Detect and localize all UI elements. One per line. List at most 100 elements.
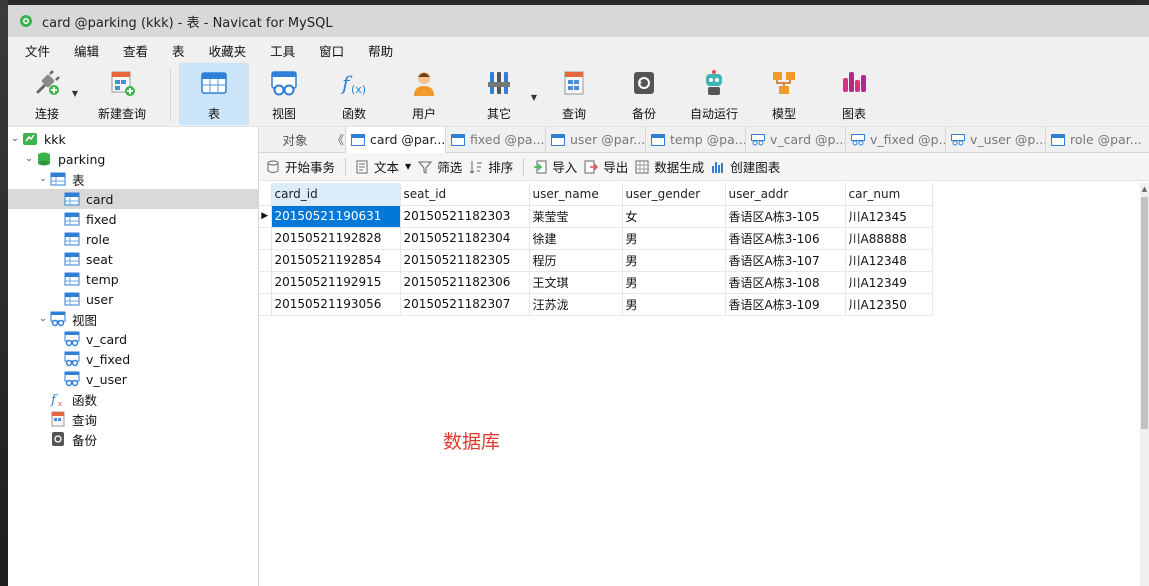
table-cell[interactable]: 香语区A栋3-106 [725, 227, 846, 250]
menu-tools[interactable]: 工具 [258, 41, 307, 60]
table-cell[interactable]: 徐建 [529, 227, 623, 250]
column-header-car-num[interactable]: car_num [845, 183, 933, 206]
table-cell[interactable]: 20150521193056 [271, 293, 401, 316]
chevron-down-icon[interactable]: ⌄ [36, 174, 50, 184]
table-cell[interactable]: 20150521182307 [400, 293, 530, 316]
tab-objects[interactable]: 对象 [259, 130, 331, 149]
tree-table-role[interactable]: role [8, 229, 258, 249]
backup-button[interactable]: 备份 [609, 63, 679, 125]
menu-table[interactable]: 表 [160, 41, 197, 60]
text-button[interactable]: 文本 ▼ [354, 157, 417, 176]
view-button[interactable]: 视图 [249, 63, 319, 125]
table-cell[interactable]: 川A88888 [845, 227, 933, 250]
tree-tables-folder[interactable]: ⌄ 表 [8, 169, 258, 189]
chevron-down-icon[interactable]: ⌄ [36, 314, 50, 324]
connect-button[interactable]: 连接 ▼ [12, 63, 82, 125]
tab-user[interactable]: user @par... [545, 126, 645, 153]
table-cell[interactable]: 男 [622, 227, 726, 250]
model-button[interactable]: 模型 [749, 63, 819, 125]
tab-card[interactable]: card @par... [345, 126, 445, 153]
table-cell[interactable]: 20150521182303 [400, 205, 530, 228]
tree-connection-kkk[interactable]: ⌄ kkk [8, 129, 258, 149]
chart-button[interactable]: 图表 [819, 63, 889, 125]
tab-role[interactable]: role @par... [1045, 126, 1145, 153]
table-row[interactable]: 20150521193056 20150521182307 汪苏泷 男 香语区A… [259, 293, 933, 316]
column-header-user-gender[interactable]: user_gender [622, 183, 726, 206]
table-row[interactable]: ▶ 20150521190631 20150521182303 莱莹莹 女 香语… [259, 205, 933, 228]
chevron-down-icon[interactable]: ▼ [405, 162, 411, 171]
tree-table-fixed[interactable]: fixed [8, 209, 258, 229]
table-cell[interactable]: 20150521190631 [271, 205, 401, 228]
table-button[interactable]: 表 [179, 63, 249, 125]
table-cell[interactable]: 川A12348 [845, 249, 933, 272]
tree-views-folder[interactable]: ⌄ 视图 [8, 309, 258, 329]
tab-fixed[interactable]: fixed @pa... [445, 126, 545, 153]
tab-v-fixed[interactable]: v_fixed @p... [845, 126, 945, 153]
column-header-user-addr[interactable]: user_addr [725, 183, 846, 206]
table-cell[interactable]: 莱莹莹 [529, 205, 623, 228]
table-cell[interactable]: 女 [622, 205, 726, 228]
tree-functions[interactable]: fx 函数 [8, 389, 258, 409]
import-button[interactable]: 导入 [532, 157, 583, 176]
chevron-down-icon[interactable]: ▼ [72, 89, 78, 98]
chevron-down-icon[interactable]: ⌄ [8, 134, 22, 144]
tree-view-v-user[interactable]: v_user [8, 369, 258, 389]
tree-backups[interactable]: 备份 [8, 429, 258, 449]
auto-run-button[interactable]: 自动运行 [679, 63, 749, 125]
table-cell[interactable]: 汪苏泷 [529, 293, 623, 316]
table-row[interactable]: 20150521192854 20150521182305 程历 男 香语区A栋… [259, 249, 933, 272]
column-header-user-name[interactable]: user_name [529, 183, 623, 206]
table-cell[interactable]: 香语区A栋3-107 [725, 249, 846, 272]
table-cell[interactable]: 20150521182306 [400, 271, 530, 294]
other-button[interactable]: 其它 ▼ [459, 63, 539, 125]
table-row[interactable]: 20150521192915 20150521182306 王文琪 男 香语区A… [259, 271, 933, 294]
scroll-up-icon[interactable]: ▲ [1140, 185, 1149, 193]
tree-table-seat[interactable]: seat [8, 249, 258, 269]
table-cell[interactable]: 男 [622, 249, 726, 272]
chevron-left-icon[interactable]: 《 [331, 131, 345, 148]
menu-help[interactable]: 帮助 [356, 41, 405, 60]
table-cell[interactable]: 川A12349 [845, 271, 933, 294]
tree-table-card[interactable]: card [8, 189, 258, 209]
column-header-seat-id[interactable]: seat_id [400, 183, 530, 206]
table-cell[interactable]: 20150521192854 [271, 249, 401, 272]
tree-table-temp[interactable]: temp [8, 269, 258, 289]
menu-window[interactable]: 窗口 [307, 41, 356, 60]
column-header-card-id[interactable]: card_id [271, 183, 401, 206]
chevron-down-icon[interactable]: ▼ [531, 93, 537, 102]
sort-button[interactable]: 排序 [468, 157, 519, 176]
vertical-scrollbar[interactable]: ▲ [1140, 183, 1149, 586]
menu-view[interactable]: 查看 [111, 41, 160, 60]
table-cell[interactable]: 川A12350 [845, 293, 933, 316]
function-button[interactable]: f (x) 函数 [319, 63, 389, 125]
tree-table-user[interactable]: user [8, 289, 258, 309]
table-cell[interactable]: 香语区A栋3-109 [725, 293, 846, 316]
table-cell[interactable]: 程历 [529, 249, 623, 272]
table-cell[interactable]: 川A12345 [845, 205, 933, 228]
table-cell[interactable]: 男 [622, 271, 726, 294]
tab-v-card[interactable]: v_card @p... [745, 126, 845, 153]
tab-temp[interactable]: temp @pa... [645, 126, 745, 153]
query-button[interactable]: 查询 [539, 63, 609, 125]
table-cell[interactable]: 王文琪 [529, 271, 623, 294]
filter-button[interactable]: 筛选 [417, 157, 468, 176]
tree-database-parking[interactable]: ⌄ parking [8, 149, 258, 169]
user-button[interactable]: 用户 [389, 63, 459, 125]
menu-edit[interactable]: 编辑 [62, 41, 111, 60]
data-generation-button[interactable]: 数据生成 [634, 157, 710, 176]
scrollbar-thumb[interactable] [1141, 197, 1148, 429]
chevron-down-icon[interactable]: ⌄ [22, 154, 36, 164]
begin-transaction-button[interactable]: 开始事务 [265, 157, 341, 176]
table-cell[interactable]: 男 [622, 293, 726, 316]
menu-favorites[interactable]: 收藏夹 [197, 41, 259, 60]
menu-file[interactable]: 文件 [13, 41, 62, 60]
table-cell[interactable]: 20150521182305 [400, 249, 530, 272]
new-query-button[interactable]: 新建查询 [82, 63, 162, 125]
title-bar[interactable]: card @parking (kkk) - 表 - Navicat for My… [8, 5, 1149, 37]
tree-queries[interactable]: 查询 [8, 409, 258, 429]
table-cell[interactable]: 20150521192915 [271, 271, 401, 294]
table-cell[interactable]: 香语区A栋3-108 [725, 271, 846, 294]
tree-view-v-fixed[interactable]: v_fixed [8, 349, 258, 369]
table-cell[interactable]: 香语区A栋3-105 [725, 205, 846, 228]
table-cell[interactable]: 20150521192828 [271, 227, 401, 250]
